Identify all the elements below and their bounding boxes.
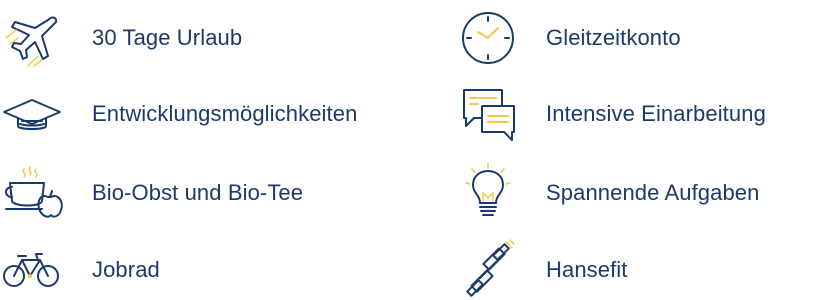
benefit-item-exciting-tasks: Spannende Aufgaben	[456, 162, 760, 223]
benefits-grid: 30 Tage Urlaub Entwicklungsmöglichkeiten	[0, 0, 817, 299]
benefit-item-development: Entwicklungsmöglichkeiten	[0, 84, 357, 144]
airplane-icon	[0, 8, 64, 68]
benefit-item-jobrad: Jobrad	[0, 240, 160, 300]
benefit-item-onboarding: Intensive Einarbeitung	[456, 84, 766, 144]
chat-bubbles-icon	[456, 84, 520, 144]
benefit-label: Gleitzeitkonto	[546, 25, 681, 50]
benefit-label: Intensive Einarbeitung	[546, 101, 766, 126]
bicycle-icon	[0, 240, 64, 300]
benefit-label: Spannende Aufgaben	[546, 180, 760, 205]
benefit-item-organic-food: Bio-Obst und Bio-Tee	[0, 163, 303, 223]
benefit-item-flextime: Gleitzeitkonto	[456, 8, 681, 68]
benefit-label: Jobrad	[92, 257, 160, 282]
tea-cup-apple-icon	[0, 163, 64, 223]
light-bulb-icon	[456, 162, 520, 223]
benefit-label: 30 Tage Urlaub	[92, 25, 243, 50]
benefit-label: Bio-Obst und Bio-Tee	[92, 180, 304, 205]
benefit-item-hansefit: Hansefit	[456, 239, 628, 300]
clock-icon	[456, 8, 520, 68]
benefit-label: Entwicklungsmöglichkeiten	[92, 101, 358, 126]
dumbbell-icon	[456, 239, 520, 300]
benefit-label: Hansefit	[546, 257, 628, 282]
benefit-item-vacation: 30 Tage Urlaub	[0, 8, 242, 68]
graduation-cap-icon	[0, 84, 64, 144]
